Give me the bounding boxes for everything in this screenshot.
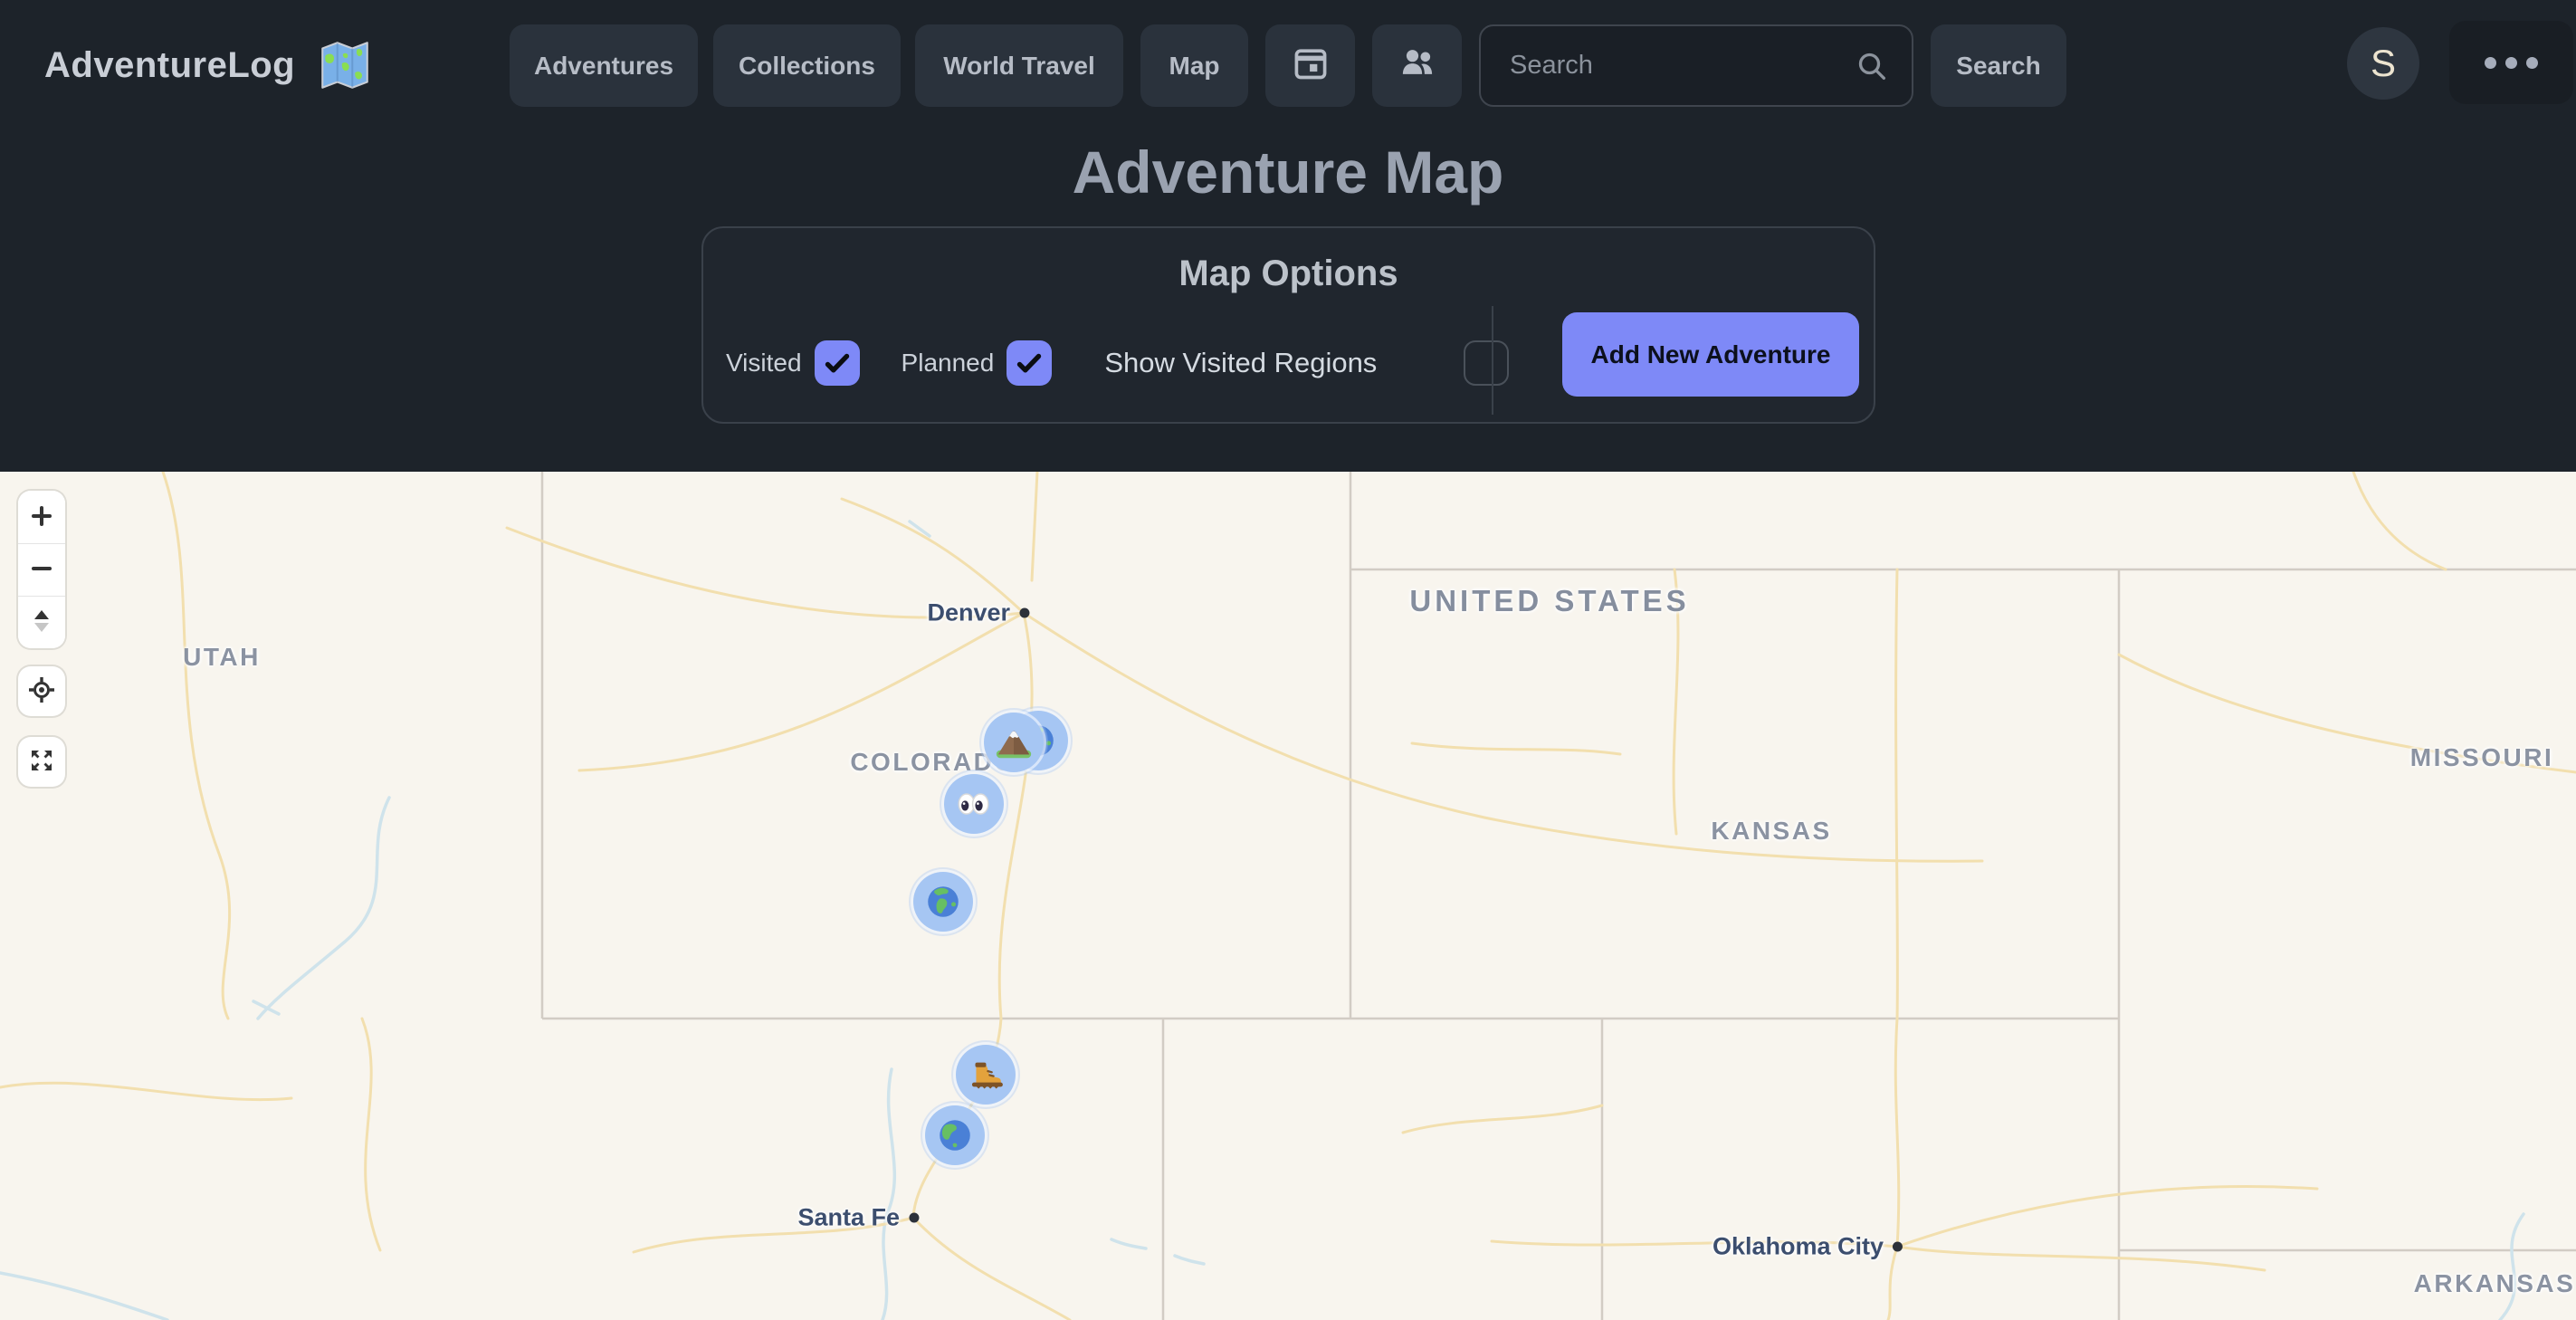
nav-map[interactable]: Map — [1140, 24, 1248, 107]
adventure-marker-globe-africa-icon[interactable] — [913, 872, 973, 932]
state-label-arkansas: ARKANSAS — [2414, 1269, 2576, 1298]
planned-checkbox[interactable] — [1007, 340, 1052, 386]
city-dot — [909, 1213, 919, 1223]
more-menu-button[interactable] — [2449, 21, 2573, 104]
map-canvas[interactable]: UTAHCOLORADOUNITED STATESKANSASMISSOURIA… — [0, 472, 2576, 1320]
search-area — [1479, 24, 1913, 107]
adventure-marker-mountain-icon[interactable] — [984, 713, 1044, 772]
visited-checkbox[interactable] — [815, 340, 860, 386]
show-visited-regions-checkbox[interactable] — [1464, 340, 1509, 386]
users-button[interactable] — [1372, 24, 1462, 107]
state-label-kansas: KANSAS — [1711, 817, 1831, 846]
zoom-in-icon — [28, 502, 55, 532]
pitch-toggle-button[interactable] — [18, 596, 65, 648]
adventure-marker-boot-icon[interactable] — [956, 1045, 1016, 1105]
users-icon — [1398, 43, 1437, 89]
visited-label: Visited — [726, 349, 802, 378]
map-basemap — [0, 472, 2576, 1320]
city-label-denver: Denver — [927, 599, 1029, 627]
zoom-out-icon — [28, 555, 55, 585]
nav-collections[interactable]: Collections — [713, 24, 901, 107]
search-input[interactable] — [1479, 24, 1913, 107]
city-dot — [1893, 1242, 1903, 1252]
pitch-toggle-icon — [28, 607, 55, 637]
nav-world-travel[interactable]: World Travel — [915, 24, 1123, 107]
card-divider — [1492, 306, 1493, 415]
world-map-icon — [315, 35, 375, 95]
nav-adventures[interactable]: Adventures — [510, 24, 698, 107]
zoom-out-button[interactable] — [18, 543, 65, 596]
page-title: Adventure Map — [0, 138, 2576, 206]
city-label-oklahoma-city: Oklahoma City — [1713, 1233, 1903, 1261]
search-button[interactable]: Search — [1931, 24, 2066, 107]
state-label-missouri: MISSOURI — [2410, 743, 2553, 772]
map-options-card: Map Options Visited Planned Show Visited… — [701, 226, 1875, 424]
calendar-icon — [1291, 43, 1331, 89]
navbar: AdventureLog Adventures Collections Worl… — [0, 0, 2576, 127]
brand[interactable]: AdventureLog — [44, 24, 375, 106]
show-visited-regions-label: Show Visited Regions — [1104, 347, 1377, 379]
planned-label: Planned — [902, 349, 995, 378]
avatar-initial: S — [2371, 42, 2396, 85]
adventure-marker-globe-americas-icon[interactable] — [925, 1105, 985, 1165]
city-dot — [1019, 608, 1029, 618]
map-option-toggles: Visited Planned Show Visited Regions — [703, 322, 1518, 404]
map-options-title: Map Options — [703, 253, 1874, 294]
geolocate-button[interactable] — [18, 666, 65, 716]
geolocate-icon — [28, 676, 55, 706]
header: AdventureLog Adventures Collections Worl… — [0, 0, 2576, 472]
city-label-text: Denver — [927, 599, 1010, 627]
fullscreen-icon — [28, 747, 55, 777]
city-label-santa-fe: Santa Fe — [797, 1204, 919, 1232]
avatar[interactable]: S — [2347, 27, 2419, 100]
brand-name: AdventureLog — [44, 45, 295, 86]
adventure-marker-eyes-icon[interactable] — [944, 774, 1004, 834]
calendar-button[interactable] — [1265, 24, 1355, 107]
fullscreen-button[interactable] — [18, 737, 65, 787]
zoom-control-group — [18, 491, 65, 648]
add-new-adventure-button[interactable]: Add New Adventure — [1562, 312, 1859, 397]
state-label-united-states: UNITED STATES — [1409, 584, 1689, 618]
state-label-utah: UTAH — [183, 643, 261, 672]
city-label-text: Oklahoma City — [1713, 1233, 1884, 1261]
ellipsis-icon — [2485, 57, 2538, 69]
city-label-text: Santa Fe — [797, 1204, 900, 1232]
zoom-in-button[interactable] — [18, 491, 65, 543]
